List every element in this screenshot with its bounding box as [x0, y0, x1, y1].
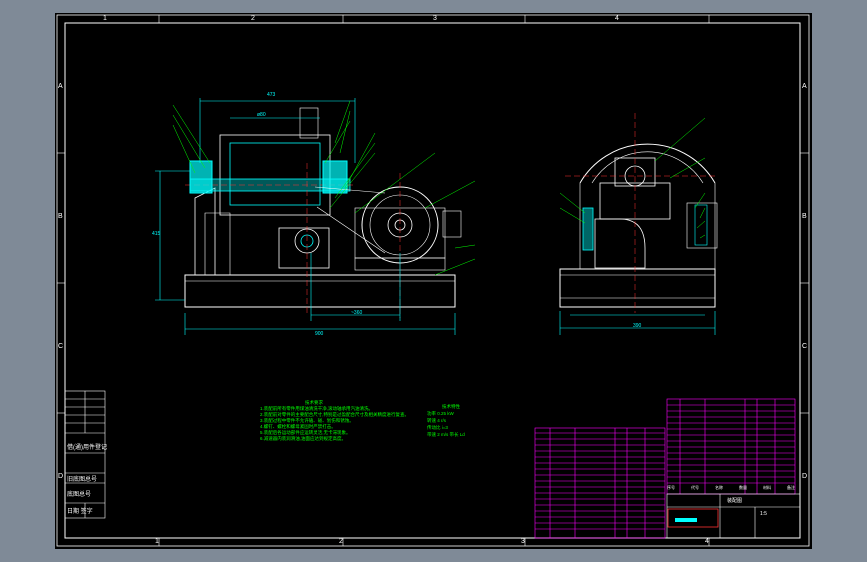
bom-header-cell: 序号 [667, 485, 675, 490]
bom-header-cell: 名称 [715, 485, 723, 490]
zone-top-2: 2 [251, 15, 255, 22]
inner-frame [64, 22, 801, 539]
zone-right-d: D [802, 473, 808, 480]
bom-table-right [666, 398, 796, 495]
zone-bottom-4: 4 [705, 538, 709, 545]
tech-req-line: 6.减速器内装润滑油,油面应达到规定高度。 [260, 436, 347, 441]
zone-top-1: 1 [103, 15, 107, 22]
binding-row-old: 旧底图总号 [67, 477, 98, 483]
dim-front-base: 390 [633, 323, 642, 329]
front-dimensions [155, 98, 456, 335]
zone-left-b: B [58, 213, 63, 220]
tech-spec-title: 技术特性 [442, 404, 460, 409]
drawing-sheet: 1 2 3 4 1 2 3 4 A B C D A B C D 借(通)用件登记… [55, 13, 812, 549]
bom-header-cell: 代号 [691, 485, 699, 490]
tech-spec-line: 功率 0.25 kW [427, 411, 454, 416]
zone-right-b: B [802, 213, 807, 220]
tech-requirements: 技术要求 1.装配前所有零件用煤油清洗干净,滚动轴承用汽油清洗。 2.装配前对零… [260, 400, 409, 442]
zone-bottom-2: 2 [339, 538, 343, 545]
bom-header: 序号 代号 名称 数量 材料 备注 [667, 485, 795, 491]
tech-spec-line: 带速 2 m/s 带长 Ld [427, 432, 465, 437]
zone-right-a: A [802, 83, 807, 90]
binding-row-base: 底图总号 [67, 492, 92, 498]
zone-left-a: A [58, 83, 63, 90]
front-view [184, 107, 462, 318]
tech-spec-line: 传动比 i=3 [427, 425, 448, 430]
dim-height: 415 [152, 231, 161, 237]
dim-base-length: 900 [315, 331, 324, 337]
cad-drawing-canvas [56, 14, 810, 547]
binding-row-reg: 借(通)用件登记 [67, 445, 107, 451]
outer-frame [56, 14, 810, 547]
zone-bottom-3: 3 [521, 538, 525, 545]
zone-bottom-1: 1 [155, 538, 159, 545]
dim-top-span: 473 [267, 92, 276, 98]
binding-table [64, 390, 106, 519]
binding-row-date: 日期 签字 [67, 509, 93, 515]
title-block-scale: 1:5 [760, 511, 767, 517]
guard-arc [579, 143, 716, 184]
zone-right-c: C [802, 343, 808, 350]
tech-spec-line: 转速 4 r/s [427, 418, 447, 423]
bom-header-cell: 数量 [739, 485, 747, 490]
base-plate [184, 274, 456, 308]
bom-header-cell: 备注 [787, 485, 795, 490]
tech-specs: 技术特性 功率 0.25 kW 转速 4 r/s 传动比 i=3 带速 2 m/… [427, 403, 465, 438]
zone-top-3: 3 [433, 15, 437, 22]
side-view [559, 113, 718, 313]
dim-bore: ø80 [257, 112, 266, 118]
title-block-title: 装配图 [727, 498, 743, 504]
large-pulley [361, 186, 439, 264]
side-leaders [559, 117, 706, 239]
zone-top-4: 4 [615, 15, 619, 22]
drum [219, 134, 331, 216]
gear-box [278, 227, 330, 269]
bom-header-cell: 材料 [763, 485, 771, 490]
dim-pulley-center: ~360 [351, 310, 363, 316]
zone-left-d: D [58, 473, 64, 480]
bom-table-left [534, 427, 666, 539]
zone-left-c: C [58, 343, 64, 350]
left-bearing [189, 160, 213, 194]
